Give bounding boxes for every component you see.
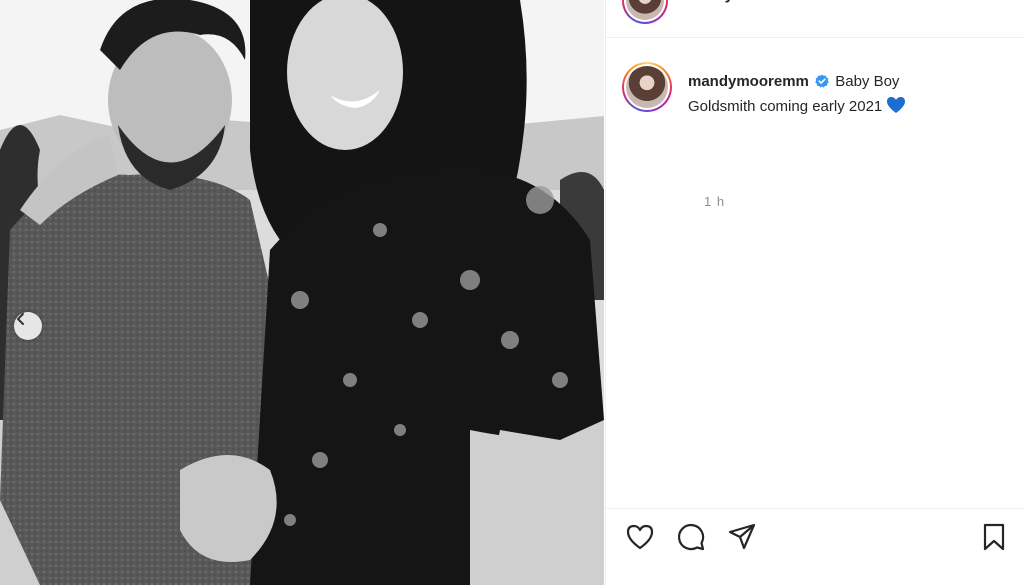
post-photo[interactable] xyxy=(0,0,604,585)
bookmark-icon xyxy=(981,522,1007,557)
post-side-panel: mandymooremm mandymooremm Baby Boy Golds… xyxy=(605,0,1024,585)
comment-bubble-icon xyxy=(676,522,706,557)
comment-button[interactable] xyxy=(675,523,707,555)
avatar[interactable] xyxy=(622,0,668,24)
carousel-prev-button[interactable] xyxy=(14,312,42,340)
avatar-image xyxy=(626,66,668,108)
paper-plane-icon xyxy=(727,522,757,557)
verified-badge-icon xyxy=(815,72,829,95)
blue-heart-icon xyxy=(886,96,906,121)
caption-avatar[interactable] xyxy=(622,62,672,112)
post-header: mandymooremm xyxy=(606,0,1024,38)
avatar-image xyxy=(626,0,664,20)
like-button[interactable] xyxy=(624,523,656,555)
caption-text: mandymooremm Baby Boy Goldsmith coming e… xyxy=(688,70,988,121)
post-timestamp[interactable]: 1 h xyxy=(704,194,725,209)
share-button[interactable] xyxy=(726,523,758,555)
action-bar xyxy=(606,508,1024,585)
photo-illustration xyxy=(0,0,604,585)
caption-username-link[interactable]: mandymooremm xyxy=(688,73,809,90)
save-button[interactable] xyxy=(978,523,1010,555)
caption-line2: Goldsmith coming early 2021 xyxy=(688,98,883,115)
caption-line1: Baby Boy xyxy=(835,73,900,90)
heart-outline-icon xyxy=(625,523,655,556)
header-username-link[interactable]: mandymooremm xyxy=(682,0,811,4)
